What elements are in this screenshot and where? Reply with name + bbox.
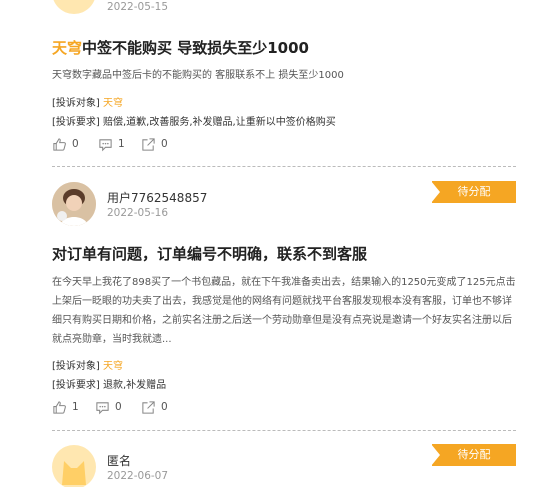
share-icon bbox=[142, 137, 155, 151]
share-button[interactable]: 0 bbox=[141, 135, 168, 153]
like-icon bbox=[53, 400, 66, 414]
target-value[interactable]: 天穹 bbox=[103, 361, 123, 372]
avatar[interactable] bbox=[52, 182, 96, 226]
share-button[interactable]: 0 bbox=[141, 398, 168, 416]
target-label: [投诉对象] bbox=[52, 361, 100, 372]
target-value[interactable]: 天穹 bbox=[103, 98, 123, 109]
comment-count: 1 bbox=[118, 138, 125, 150]
post-title[interactable]: 对订单有问题，订单编号不明确，联系不到客服 bbox=[52, 243, 367, 264]
target-label: [投诉对象] bbox=[52, 98, 100, 109]
request-value: 退款,补发赠品 bbox=[103, 380, 167, 391]
like-button[interactable]: 1 bbox=[52, 398, 79, 416]
post-divider bbox=[52, 430, 516, 431]
comment-button[interactable]: 1 bbox=[98, 135, 125, 153]
username[interactable]: 用户7762548857 bbox=[107, 189, 207, 206]
comment-icon bbox=[99, 138, 112, 151]
post-description: 天穹数字藏品中签后卡的不能购买的 客服联系不上 损失至少1000 bbox=[52, 70, 344, 81]
post-divider bbox=[52, 166, 516, 167]
post-date: 2022-05-15 bbox=[107, 1, 169, 13]
status-badge: 待分配 bbox=[431, 181, 516, 203]
request-label: [投诉要求] bbox=[52, 117, 100, 128]
title-text: 中签不能购买 导致损失至少1000 bbox=[82, 39, 309, 57]
avatar[interactable] bbox=[52, 445, 96, 487]
share-count: 0 bbox=[161, 401, 168, 413]
post-title[interactable]: 天穹中签不能购买 导致损失至少1000 bbox=[52, 37, 309, 58]
like-button[interactable]: 0 bbox=[52, 135, 79, 153]
complaint-request: [投诉要求] 退款,补发赠品 bbox=[52, 376, 166, 391]
complaint-target: [投诉对象] 天穹 bbox=[52, 357, 123, 372]
title-brand: 天穹 bbox=[52, 39, 83, 57]
like-count: 1 bbox=[72, 401, 79, 413]
like-icon bbox=[53, 137, 66, 151]
request-value: 赔偿,道歉,改善服务,补发赠品,让重新以中签价格购买 bbox=[103, 117, 336, 128]
comment-button[interactable]: 0 bbox=[95, 398, 122, 416]
post-description: 在今天早上我花了898买了一个书包藏品，就在下午我准备卖出去，结果输入的1250… bbox=[52, 277, 516, 345]
request-label: [投诉要求] bbox=[52, 380, 100, 391]
post-date: 2022-05-16 bbox=[107, 207, 169, 219]
complaint-target: [投诉对象] 天穹 bbox=[52, 94, 123, 109]
share-count: 0 bbox=[161, 138, 168, 150]
post-date: 2022-06-07 bbox=[107, 470, 169, 482]
status-badge: 待分配 bbox=[431, 444, 516, 466]
complaint-request: [投诉要求] 赔偿,道歉,改善服务,补发赠品,让重新以中签价格购买 bbox=[52, 113, 336, 128]
share-icon bbox=[142, 400, 155, 414]
like-count: 0 bbox=[72, 138, 79, 150]
avatar[interactable] bbox=[52, 0, 96, 14]
comment-icon bbox=[96, 401, 109, 414]
comment-count: 0 bbox=[115, 401, 122, 413]
username[interactable]: 匿名 bbox=[107, 452, 131, 469]
